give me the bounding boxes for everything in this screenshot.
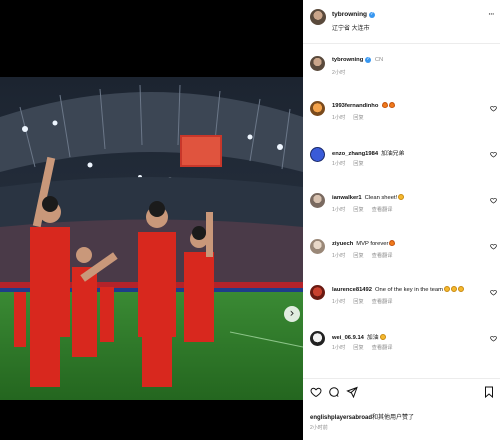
comment-like-heart-icon[interactable] [490, 105, 497, 112]
comment-body: MVP forever [356, 241, 389, 247]
share-icon[interactable] [346, 386, 358, 398]
comment-like-heart-icon[interactable] [490, 243, 497, 250]
comment-meta: 1小时 回复 查看翻译 [332, 298, 400, 305]
see-translation-link[interactable]: 查看翻译 [372, 207, 393, 213]
avatar[interactable] [310, 147, 325, 162]
reply-link[interactable]: 回复 [353, 115, 363, 121]
more-options-icon[interactable]: ··· [488, 10, 495, 20]
clap-emoji-icon [443, 286, 450, 292]
comment-username[interactable]: laurence81492 [332, 287, 372, 293]
post-detail-panel: tybrowning ✓ 辽宁省 大连市 ··· tybrowning ✓ CN 2… [303, 0, 500, 440]
verified-badge-icon: ✓ [365, 57, 372, 63]
comment-text: laurence81492 One of the key in the team [332, 286, 482, 293]
clap-emoji-icon [450, 286, 457, 292]
caption-row: tybrowning ✓ CN 2小时 [303, 52, 500, 90]
comment-body: Clean sheet! [364, 195, 398, 201]
comment-row: laurence81492 One of the key in the team 1… [303, 281, 500, 319]
chevron-right-icon[interactable]: › [284, 306, 300, 322]
fire-emoji-icon [389, 240, 396, 246]
avatar[interactable] [310, 331, 325, 346]
post-timestamp: 2小时前 [310, 425, 328, 431]
reply-link[interactable]: 回复 [353, 299, 363, 305]
action-bar [303, 378, 500, 406]
bookmark-icon[interactable] [483, 386, 495, 398]
avatar[interactable] [310, 9, 326, 25]
post-header: tybrowning ✓ 辽宁省 大连市 ··· [303, 0, 500, 44]
comment-body: 加油兄弟 [381, 151, 405, 157]
comment-text: ziyuech MVP forever [332, 240, 482, 247]
comment-like-heart-icon[interactable] [490, 289, 497, 296]
comment-body: One of the key in the team [374, 287, 443, 293]
comment-body: 加油 [366, 335, 379, 341]
comment-row: ianwalker1 Clean sheet! 1小时 回复 查看翻译 [303, 189, 500, 227]
comment-time: 1小时 [332, 207, 346, 213]
see-translation-link[interactable]: 查看翻译 [372, 253, 393, 259]
post-username[interactable]: tybrowning ✓ [332, 11, 376, 18]
comment-username[interactable]: 1993fernandinho [332, 103, 378, 109]
comment-time: 1小时 [332, 345, 346, 351]
comment-text: 1993fernandinho [332, 102, 482, 109]
likes-summary: englishplayersabroad和其他用户赞了 [310, 415, 415, 421]
comment-text: wei_06.9.14 加油 [332, 332, 482, 341]
avatar[interactable] [310, 193, 325, 208]
reply-link[interactable]: 回复 [353, 345, 363, 351]
comment-text: ianwalker1 Clean sheet! [332, 194, 482, 201]
see-translation-link[interactable]: 查看翻译 [372, 299, 393, 305]
comment-meta: 1小时 回复 [332, 114, 380, 121]
comment-time: 1小时 [332, 115, 346, 121]
comment-time: 1小时 [332, 253, 346, 259]
fire-emoji-icon [382, 102, 389, 108]
thumb-emoji-icon [398, 194, 405, 200]
comment-like-heart-icon[interactable] [490, 151, 497, 158]
comment-time: 1小时 [332, 161, 346, 167]
avatar[interactable] [310, 56, 325, 71]
comment-username[interactable]: ziyuech [332, 241, 353, 247]
comment-username[interactable]: wei_06.9.14 [332, 335, 364, 341]
heart-icon[interactable] [310, 386, 322, 398]
verified-badge-icon: ✓ [369, 12, 376, 18]
fire-emoji-icon [389, 102, 396, 108]
see-translation-link[interactable]: 查看翻译 [372, 345, 393, 351]
comment-username[interactable]: enzo_zhang1984 [332, 151, 378, 157]
comment-time: 1小时 [332, 299, 346, 305]
stadium-photo-illustration [0, 77, 303, 400]
reply-link[interactable]: 回复 [353, 253, 363, 259]
comment-row: enzo_zhang1984 加油兄弟 1小时 回复 [303, 143, 500, 181]
comment-meta: 1小时 回复 [332, 160, 380, 167]
media-pane: › [0, 0, 305, 440]
avatar[interactable] [310, 239, 325, 254]
comment-row: ziyuech MVP forever 1小时 回复 查看翻译 [303, 235, 500, 273]
comment-like-heart-icon[interactable] [490, 335, 497, 342]
caption-text: tybrowning ✓ CN [332, 57, 384, 63]
reply-link[interactable]: 回复 [353, 161, 363, 167]
comment-icon[interactable] [328, 386, 340, 398]
caption-time: 2小时 [332, 70, 346, 76]
comment-text: enzo_zhang1984 加油兄弟 [332, 148, 482, 157]
comment-meta: 1小时 回复 查看翻译 [332, 344, 400, 351]
comment-row: 1993fernandinho 1小时 回复 [303, 97, 500, 135]
comment-meta: 1小时 回复 查看翻译 [332, 252, 400, 259]
comment-meta: 1小时 回复 查看翻译 [332, 206, 400, 213]
post-location[interactable]: 辽宁省 大连市 [332, 23, 370, 32]
muscle-emoji-icon [379, 334, 386, 340]
post-photo[interactable]: › [0, 77, 303, 400]
avatar[interactable] [310, 285, 325, 300]
avatar[interactable] [310, 101, 325, 116]
comment-row: wei_06.9.14 加油 1小时 回复 查看翻译 [303, 327, 500, 365]
comment-like-heart-icon[interactable] [490, 197, 497, 204]
reply-link[interactable]: 回复 [353, 207, 363, 213]
clap-emoji-icon [457, 286, 464, 292]
comment-username[interactable]: ianwalker1 [332, 195, 362, 201]
